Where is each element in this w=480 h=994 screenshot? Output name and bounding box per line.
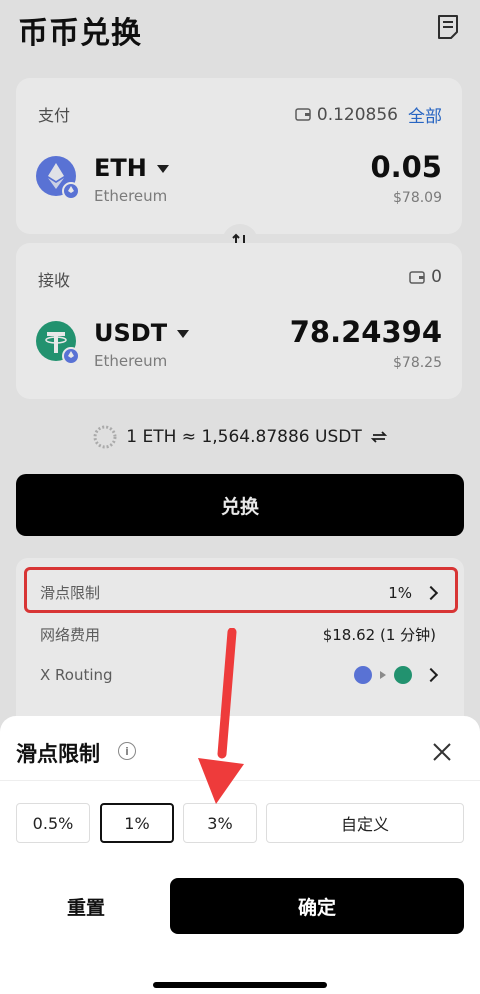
pay-label: 支付 [38,106,71,125]
home-indicator [153,982,327,988]
slippage-option-3[interactable]: 3% [183,803,257,843]
eth-mini-icon [354,666,372,684]
slippage-highlight-box [24,567,458,613]
pay-token-symbol: ETH [94,154,147,182]
receive-token-selector[interactable]: USDT [94,319,190,347]
slippage-option-0-5[interactable]: 0.5% [16,803,90,843]
chevron-right-icon [423,667,439,683]
exchange-button[interactable]: 兑换 [16,474,464,536]
wallet-icon [295,108,311,121]
network-fee-value: $18.62 (1 分钟) [322,626,436,644]
pay-token-selector[interactable]: ETH [94,154,169,182]
close-icon[interactable] [430,740,454,764]
exchange-rate-text: 1 ETH ≈ 1,564.87886 USDT [126,427,362,447]
reset-button[interactable]: 重置 [16,878,156,934]
info-icon[interactable]: i [118,742,136,760]
network-fee-label: 网络费用 [40,626,101,644]
annotation-arrow-icon [198,628,244,804]
pay-usd-value: $78.09 [393,190,442,206]
receive-usd-value: $78.25 [393,355,442,371]
slippage-option-custom[interactable]: 自定义 [266,803,464,843]
pay-balance: 0.120856 全部 [295,102,442,127]
refresh-timer-icon [93,425,117,449]
slippage-option-1[interactable]: 1% [100,803,174,843]
eth-token-icon [36,156,80,200]
receive-token-network: Ethereum [94,352,168,370]
pay-amount-input[interactable]: 0.05 [370,150,442,184]
receive-card: 接收 0 USDT Ethereum 78.24394 $78.25 [16,243,462,399]
route-arrow-icon [380,671,386,679]
usdt-mini-icon [394,666,412,684]
use-all-link[interactable]: 全部 [408,102,442,127]
exchange-rate: 1 ETH ≈ 1,564.87886 USDT [0,424,480,450]
sheet-title: 滑点限制 [16,742,100,766]
confirm-button[interactable]: 确定 [170,878,464,934]
flip-rate-icon[interactable] [370,428,388,446]
history-doc-icon[interactable] [436,14,460,40]
receive-token-symbol: USDT [94,319,168,347]
pay-balance-value: 0.120856 [316,104,398,125]
caret-down-icon [156,165,169,173]
pay-card: 支付 0.120856 全部 ETH Ethereum 0.05 $78.09 [16,78,462,234]
wallet-icon [409,270,425,284]
caret-down-icon [177,330,190,338]
routing-label: X Routing [40,666,113,684]
receive-amount: 78.24394 [289,315,442,349]
receive-label: 接收 [38,271,71,290]
receive-balance-value: 0 [431,267,442,287]
pay-token-network: Ethereum [94,187,168,205]
receive-balance: 0 [409,267,442,287]
page-title: 币币兑换 [18,16,142,51]
usdt-token-icon [36,321,80,365]
